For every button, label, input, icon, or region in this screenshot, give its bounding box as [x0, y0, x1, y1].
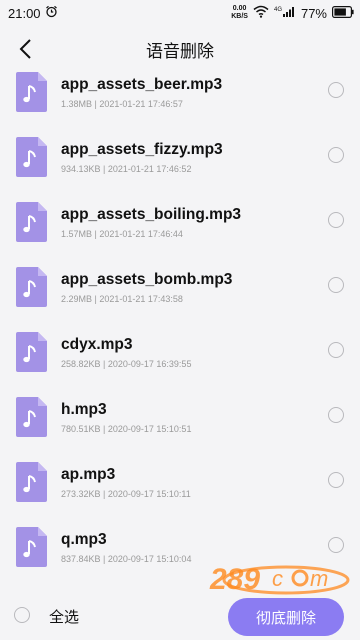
- music-file-icon: [16, 332, 47, 372]
- select-radio[interactable]: [328, 147, 344, 163]
- file-name: app_assets_bomb.mp3: [61, 271, 233, 288]
- music-file-icon: [16, 267, 47, 307]
- select-radio[interactable]: [328, 472, 344, 488]
- svg-text:c: c: [272, 566, 283, 591]
- file-name: app_assets_fizzy.mp3: [61, 141, 223, 158]
- status-bar: 21:00 0.00 KB/S 4G 77%: [0, 0, 360, 26]
- list-item[interactable]: cdyx.mp3 258.82KB | 2020-09-17 16:39:55: [0, 326, 360, 390]
- battery-level: 77%: [300, 5, 327, 21]
- select-radio[interactable]: [328, 342, 344, 358]
- network-speed-unit: KB/S: [231, 13, 248, 20]
- file-meta: 2.29MB | 2021-01-21 17:43:58: [61, 294, 183, 304]
- svg-text:289: 289: [209, 563, 260, 596]
- file-name: app_assets_beer.mp3: [61, 76, 223, 93]
- file-name: ap.mp3: [61, 466, 116, 483]
- list-item[interactable]: h.mp3 780.51KB | 2020-09-17 15:10:51: [0, 391, 360, 455]
- permanent-delete-button[interactable]: 彻底删除: [228, 598, 344, 636]
- select-radio[interactable]: [328, 212, 344, 228]
- music-file-icon: [16, 462, 47, 502]
- list-item[interactable]: app_assets_boiling.mp3 1.57MB | 2021-01-…: [0, 196, 360, 260]
- signal-icon: 4G: [274, 5, 296, 21]
- file-name: cdyx.mp3: [61, 336, 133, 353]
- chevron-left-icon: [19, 39, 31, 59]
- select-all-radio[interactable]: [14, 607, 30, 623]
- music-file-icon: [16, 137, 47, 177]
- page-title: 语音删除: [146, 41, 214, 61]
- svg-text:m: m: [310, 566, 328, 591]
- select-all-label[interactable]: 全选: [49, 606, 79, 627]
- file-name: h.mp3: [61, 401, 107, 418]
- permanent-delete-label: 彻底删除: [255, 609, 316, 627]
- wifi-icon: [253, 5, 269, 21]
- alarm-icon: [45, 5, 58, 21]
- select-radio[interactable]: [328, 537, 344, 553]
- file-list: app_assets_beer.mp3 1.38MB | 2021-01-21 …: [0, 66, 360, 590]
- file-meta: 1.57MB | 2021-01-21 17:46:44: [61, 229, 183, 239]
- music-file-icon: [16, 397, 47, 437]
- network-speed: 0.00 KB/S: [231, 5, 248, 21]
- battery-icon: [332, 5, 354, 21]
- file-name: app_assets_boiling.mp3: [61, 206, 242, 223]
- network-speed-value: 0.00: [232, 5, 247, 12]
- list-item[interactable]: app_assets_beer.mp3 1.38MB | 2021-01-21 …: [0, 66, 360, 130]
- select-radio[interactable]: [328, 82, 344, 98]
- file-meta: 837.84KB | 2020-09-17 15:10:04: [61, 554, 192, 564]
- music-file-icon: [16, 202, 47, 242]
- select-radio[interactable]: [328, 407, 344, 423]
- file-meta: 1.38MB | 2021-01-21 17:46:57: [61, 99, 183, 109]
- file-meta: 273.32KB | 2020-09-17 15:10:11: [61, 489, 191, 499]
- status-time: 21:00: [8, 5, 41, 21]
- music-file-icon: [16, 527, 47, 567]
- back-button[interactable]: [10, 34, 40, 64]
- file-meta: 934.13KB | 2021-01-21 17:46:52: [61, 164, 192, 174]
- file-meta: 258.82KB | 2020-09-17 16:39:55: [61, 359, 192, 369]
- file-name: q.mp3: [61, 531, 107, 548]
- watermark-logo: 289 c m: [209, 563, 350, 596]
- list-item[interactable]: app_assets_fizzy.mp3 934.13KB | 2021-01-…: [0, 131, 360, 195]
- list-item[interactable]: ap.mp3 273.32KB | 2020-09-17 15:10:11: [0, 456, 360, 520]
- svg-text:4G: 4G: [274, 7, 282, 13]
- file-meta: 780.51KB | 2020-09-17 15:10:51: [61, 424, 192, 434]
- select-radio[interactable]: [328, 277, 344, 293]
- music-file-icon: [16, 72, 47, 112]
- list-item[interactable]: app_assets_bomb.mp3 2.29MB | 2021-01-21 …: [0, 261, 360, 325]
